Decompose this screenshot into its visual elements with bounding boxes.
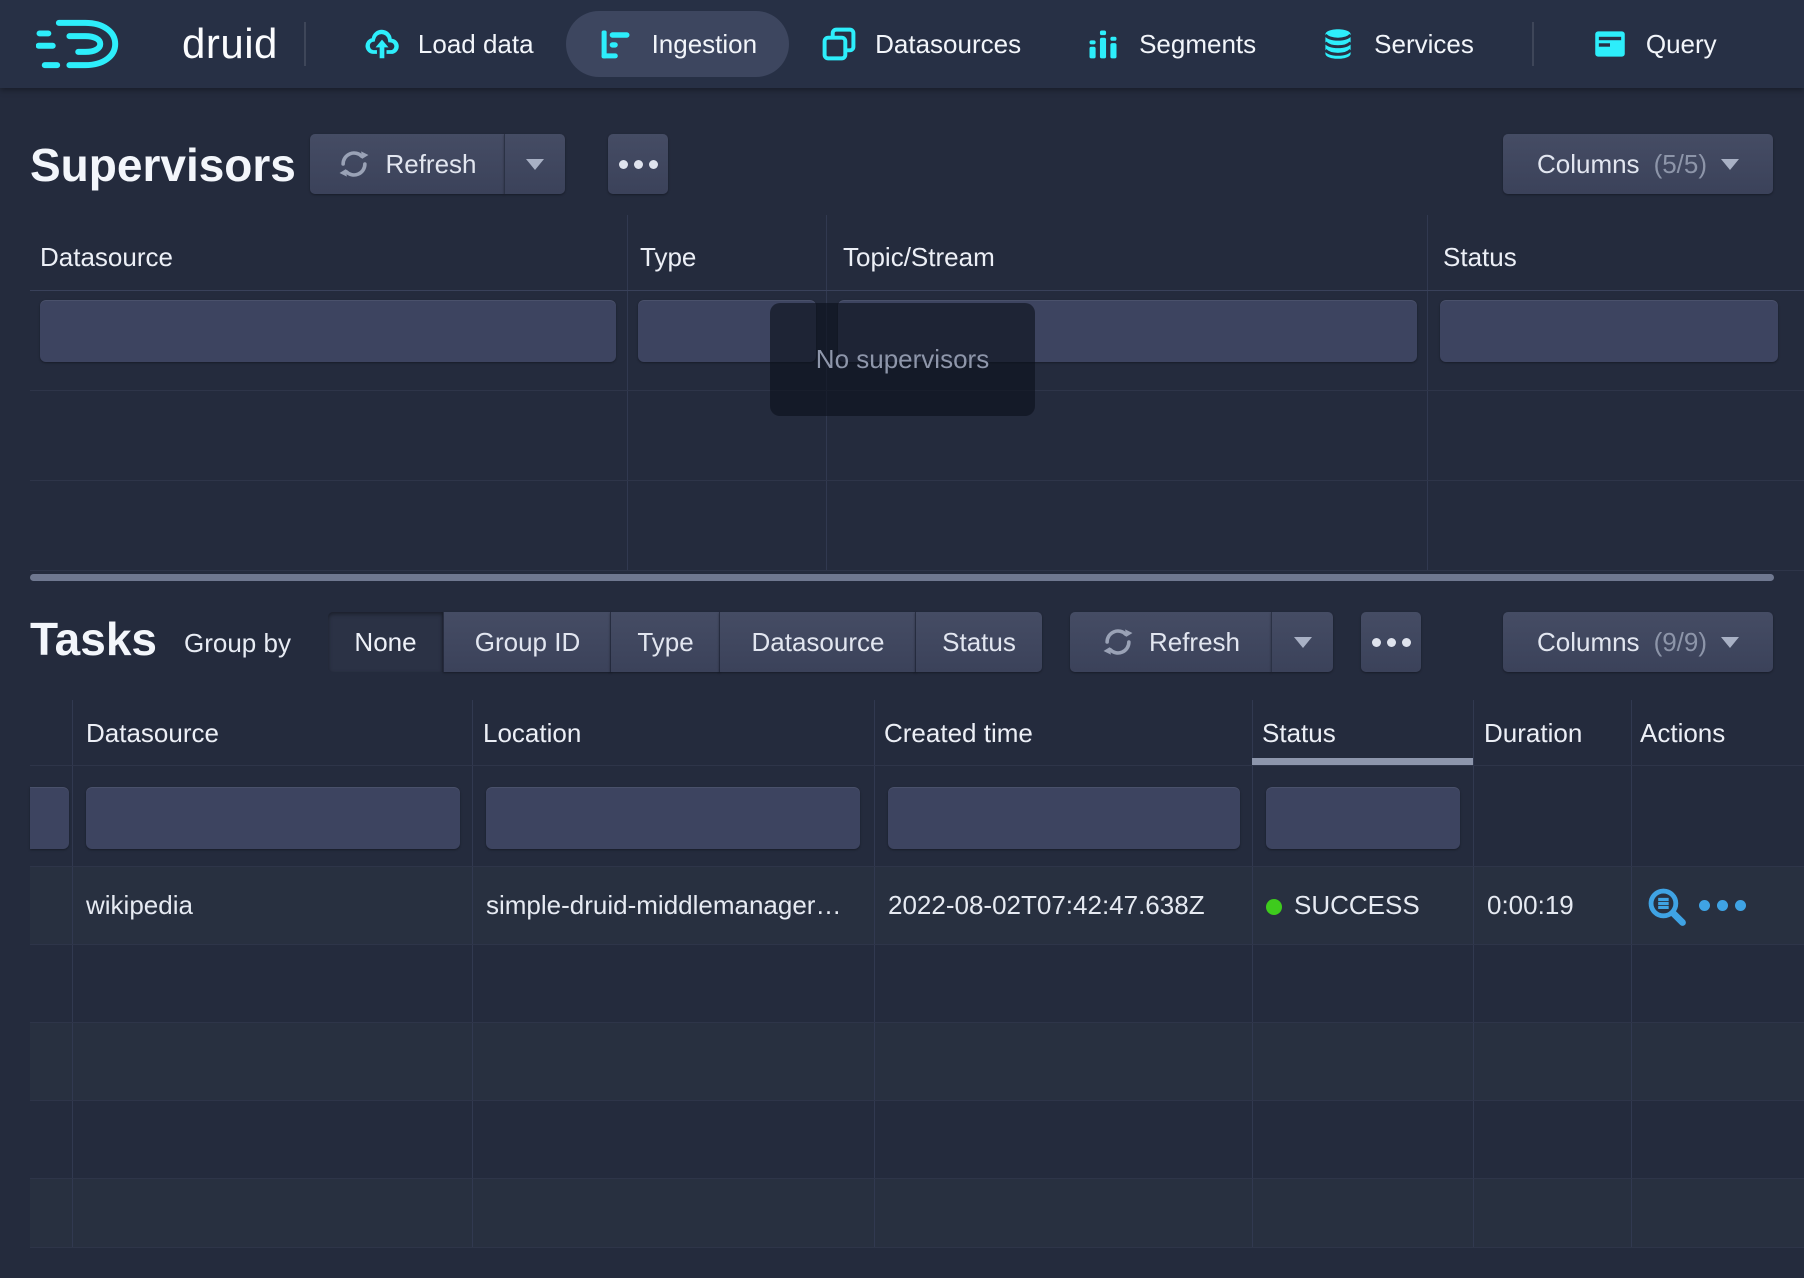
task-id-filter-input-clipped[interactable] [30, 787, 69, 849]
layered-squares-icon [821, 26, 857, 62]
nav-item-query[interactable]: Query [1560, 11, 1749, 77]
cell-duration: 0:00:19 [1487, 890, 1574, 921]
caret-down-icon [1721, 637, 1739, 648]
nav-item-label: Datasources [875, 29, 1021, 60]
group-by-label: Group by [184, 628, 291, 659]
druid-logo-icon [36, 15, 168, 73]
cell-status: SUCCESS [1266, 890, 1420, 921]
column-header-actions[interactable]: Actions [1640, 718, 1725, 749]
group-by-none-button[interactable]: None [328, 612, 443, 672]
task-detail-magnifier-icon[interactable] [1646, 886, 1688, 928]
top-nav: druid Load data [0, 0, 1804, 88]
supervisors-title: Supervisors [30, 138, 296, 192]
tasks-more-button[interactable] [1361, 612, 1421, 672]
column-header-location[interactable]: Location [483, 718, 581, 749]
column-header-datasource[interactable]: Datasource [86, 718, 219, 749]
success-status-dot-icon [1266, 899, 1282, 915]
logo-text: druid [182, 20, 278, 68]
cell-created-time: 2022-08-02T07:42:47.638Z [888, 890, 1205, 921]
status-sort-indicator [1252, 758, 1473, 765]
tasks-refresh-button[interactable]: Refresh [1070, 612, 1271, 672]
tasks-refresh-dropdown-button[interactable] [1271, 612, 1333, 672]
refresh-icon [1101, 625, 1135, 659]
nav-item-label: Segments [1139, 29, 1256, 60]
cell-datasource: wikipedia [86, 890, 193, 921]
nav-item-load-data[interactable]: Load data [332, 11, 566, 77]
datasource-filter-input[interactable] [40, 300, 616, 362]
refresh-icon [337, 147, 371, 181]
location-filter-input[interactable] [486, 787, 860, 849]
supervisors-refresh-dropdown-button[interactable] [504, 134, 565, 194]
column-header-topic-stream[interactable]: Topic/Stream [843, 242, 995, 273]
caret-down-icon [1721, 159, 1739, 170]
supervisors-more-button[interactable] [608, 134, 668, 194]
tasks-columns-button[interactable]: Columns (9/9) [1503, 612, 1773, 672]
columns-count: (9/9) [1654, 627, 1707, 658]
nav-item-services[interactable]: Services [1288, 11, 1506, 77]
group-by-type-button[interactable]: Type [610, 612, 720, 672]
group-by-group-id-button[interactable]: Group ID [443, 612, 611, 672]
nav-item-segments[interactable]: Segments [1053, 11, 1288, 77]
nav-divider [1532, 22, 1534, 66]
segment-bars-icon [1085, 26, 1121, 62]
cell-location: simple-druid-middlemanager… [486, 890, 858, 921]
group-by-datasource-button[interactable]: Datasource [719, 612, 916, 672]
table-row [30, 1178, 1804, 1247]
nav-item-label: Services [1374, 29, 1474, 60]
caret-down-icon [526, 159, 544, 170]
column-header-status-sorted[interactable]: Status [1262, 718, 1336, 749]
application-icon [1592, 26, 1628, 62]
column-header-datasource[interactable]: Datasource [40, 242, 173, 273]
nav-item-label: Ingestion [652, 29, 758, 60]
supervisors-horizontal-scrollbar[interactable] [30, 574, 1774, 581]
nav-item-label: Load data [418, 29, 534, 60]
status-filter-input[interactable] [1266, 787, 1460, 849]
nav-item-datasources[interactable]: Datasources [789, 11, 1053, 77]
refresh-label: Refresh [1149, 627, 1240, 658]
nav-item-label: Query [1646, 29, 1717, 60]
task-row-actions-icon[interactable] [1717, 900, 1728, 911]
tasks-title: Tasks [30, 612, 157, 666]
nav-item-ingestion[interactable]: Ingestion [566, 11, 790, 77]
columns-label: Columns [1537, 627, 1640, 658]
status-text: SUCCESS [1294, 890, 1420, 920]
cloud-upload-icon [364, 26, 400, 62]
datasource-filter-input[interactable] [86, 787, 460, 849]
column-header-duration[interactable]: Duration [1484, 718, 1582, 749]
column-header-created-time[interactable]: Created time [884, 718, 1033, 749]
group-by-status-button[interactable]: Status [915, 612, 1042, 672]
more-icon [634, 160, 643, 169]
columns-label: Columns [1537, 149, 1640, 180]
no-supervisors-message: No supervisors [770, 303, 1035, 416]
more-icon [1387, 638, 1396, 647]
nav-divider [304, 22, 306, 66]
database-icon [1320, 26, 1356, 62]
columns-count: (5/5) [1654, 149, 1707, 180]
created-time-filter-input[interactable] [888, 787, 1240, 849]
druid-console: druid Load data [0, 0, 1804, 1278]
supervisors-refresh-button[interactable]: Refresh [310, 134, 504, 194]
supervisors-columns-button[interactable]: Columns (5/5) [1503, 134, 1773, 194]
status-filter-input[interactable] [1440, 300, 1778, 362]
refresh-label: Refresh [385, 149, 476, 180]
column-header-type[interactable]: Type [640, 242, 696, 273]
table-row [30, 1022, 1804, 1100]
druid-logo[interactable]: druid [36, 15, 278, 73]
gantt-chart-icon [598, 26, 634, 62]
column-header-status[interactable]: Status [1443, 242, 1517, 273]
caret-down-icon [1294, 637, 1312, 648]
